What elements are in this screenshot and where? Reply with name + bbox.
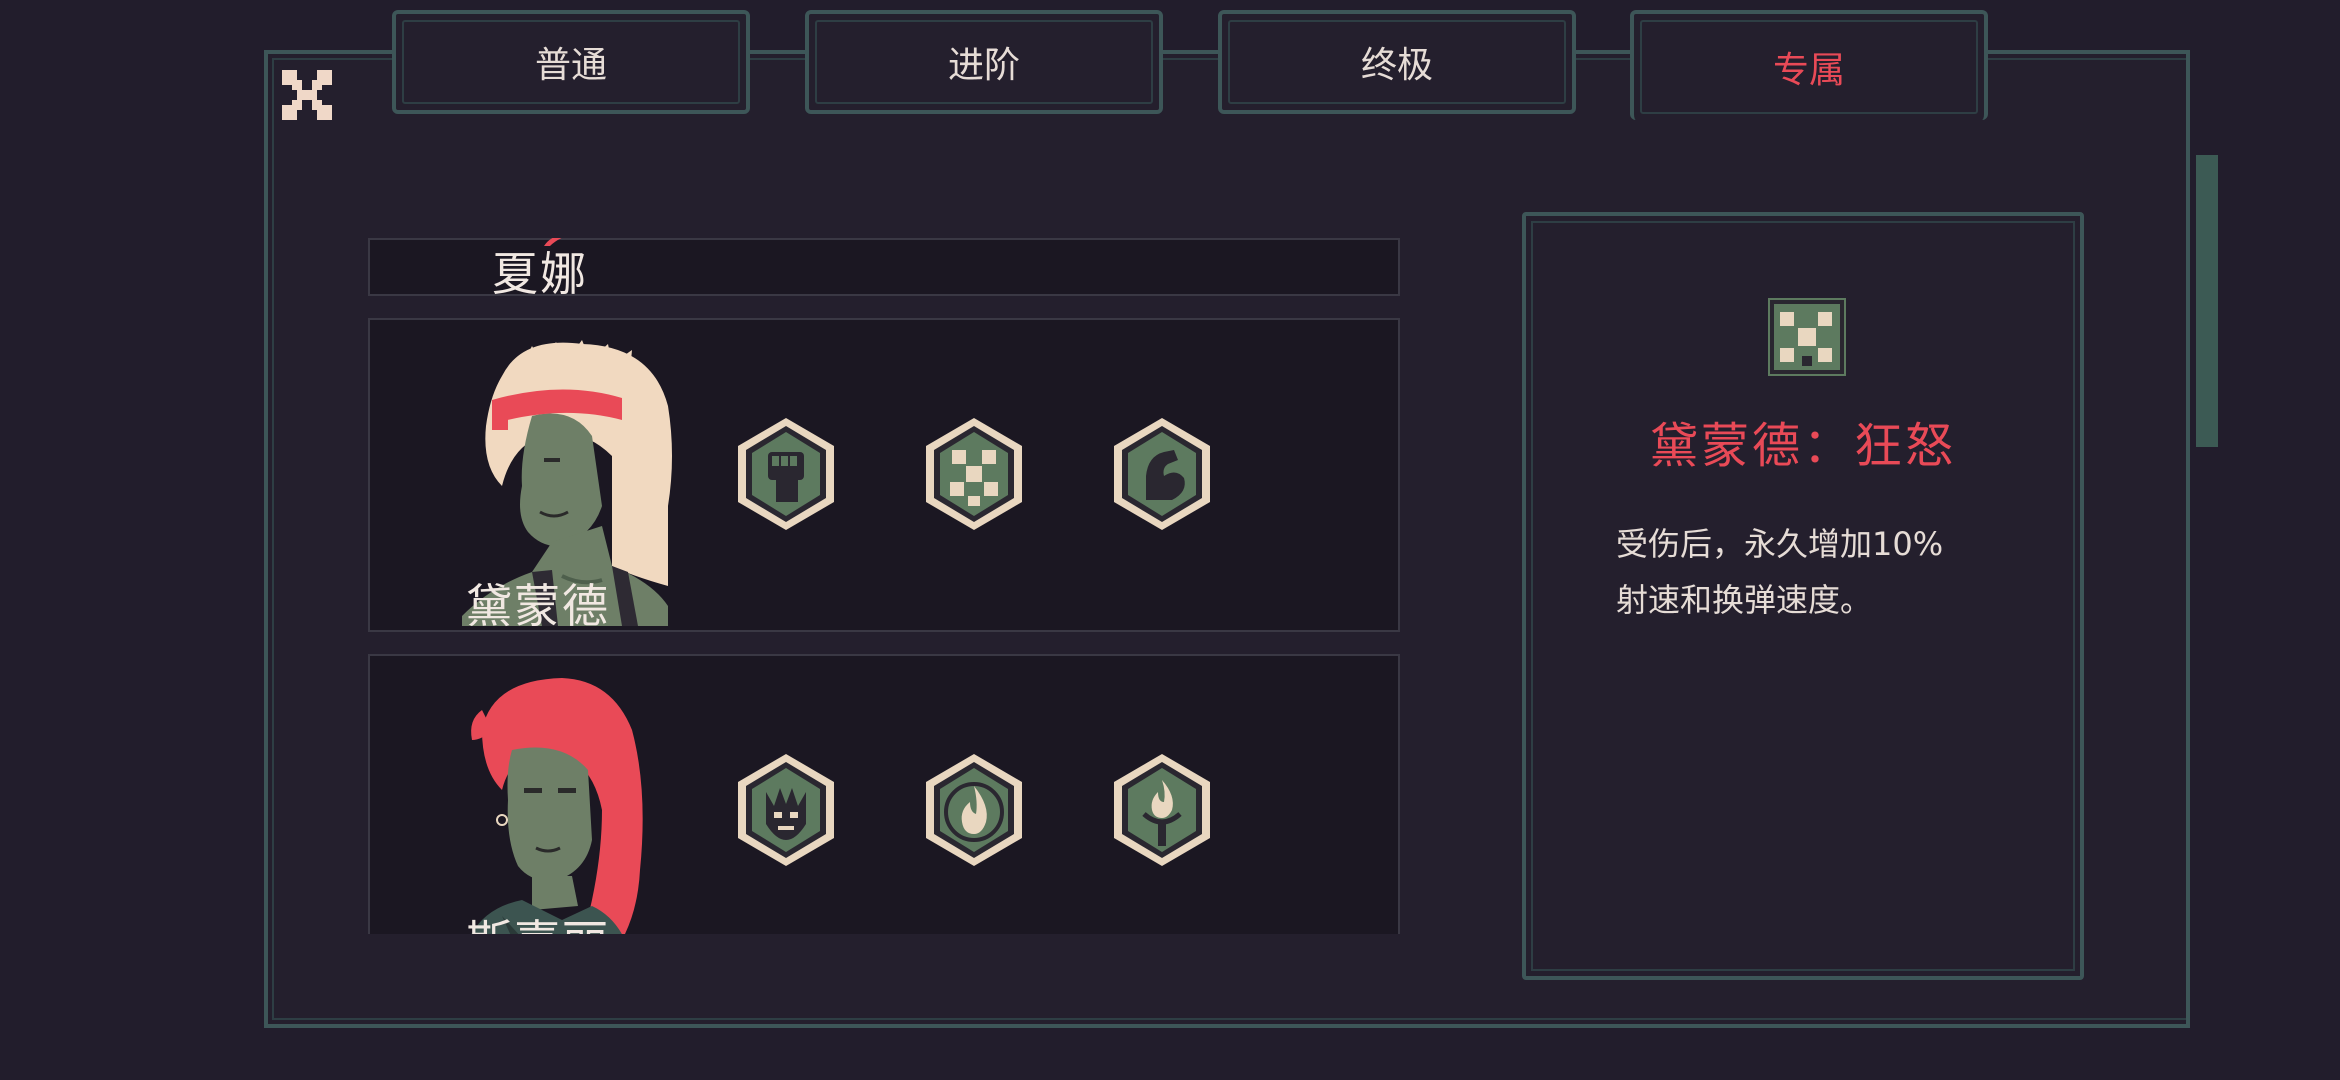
tab-normal-label: 普通 xyxy=(534,45,607,86)
character-name: 夏娜 xyxy=(492,247,588,301)
tab-exclusive-label: 专属 xyxy=(1772,50,1845,91)
tab-ultimate[interactable]: 终极 xyxy=(1218,10,1576,114)
fist-icon[interactable] xyxy=(736,416,836,532)
character-row-scarlett[interactable]: 斯嘉丽 xyxy=(368,654,1400,934)
skills-screen: 普通 进阶 终极 专属 夏娜 黛蒙德 黛蒙德：狂怒 受伤后，永久增加10% 射速… xyxy=(0,0,2340,1080)
tab-advanced[interactable]: 进阶 xyxy=(805,10,1163,114)
close-button[interactable] xyxy=(282,70,332,120)
character-row-shana[interactable]: 夏娜 xyxy=(368,238,1400,301)
scarlett-portrait xyxy=(471,678,643,934)
character-name: 黛蒙德 xyxy=(466,579,610,633)
skill-description-line-1: 受伤后，永久增加10% xyxy=(1616,525,1944,563)
rage-cubes-icon[interactable] xyxy=(924,416,1024,532)
flexed-arm-icon[interactable] xyxy=(1112,416,1212,532)
hair-tip-icon xyxy=(544,238,562,246)
rage-cubes-icon xyxy=(1768,298,1846,376)
torch-icon[interactable] xyxy=(1112,752,1212,868)
character-list[interactable]: 夏娜 黛蒙德 xyxy=(368,238,1400,934)
tab-ultimate-label: 终极 xyxy=(1360,45,1433,86)
flame-skull-icon[interactable] xyxy=(736,752,836,868)
character-row-diamond[interactable]: 黛蒙德 xyxy=(368,318,1400,633)
scrollbar-thumb[interactable] xyxy=(2196,155,2218,447)
skill-detail-panel: 黛蒙德：狂怒 受伤后，永久增加10% 射速和换弹速度。 xyxy=(1522,212,2084,980)
skill-description: 受伤后，永久增加10% 射速和换弹速度。 xyxy=(1616,516,2036,628)
skill-title: 黛蒙德：狂怒 xyxy=(1649,418,1956,474)
tab-exclusive[interactable]: 专属 xyxy=(1630,10,1988,120)
close-icon xyxy=(282,70,332,120)
tab-normal[interactable]: 普通 xyxy=(392,10,750,114)
skill-description-line-2: 射速和换弹速度。 xyxy=(1616,581,1873,619)
tab-advanced-label: 进阶 xyxy=(947,45,1020,86)
fire-icon[interactable] xyxy=(924,752,1024,868)
character-name: 斯嘉丽 xyxy=(466,906,610,934)
